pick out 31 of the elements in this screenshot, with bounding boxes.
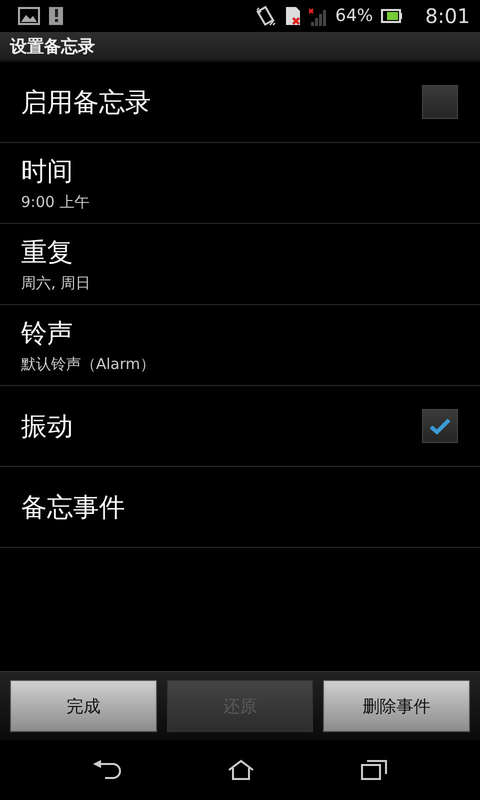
vibrate-icon (255, 5, 278, 27)
setting-value: 周六, 周日 (21, 274, 91, 293)
check-icon (428, 416, 452, 436)
setting-title: 振动 (21, 410, 73, 444)
battery-percent: 64% (335, 6, 374, 26)
battery-icon (381, 9, 404, 23)
picture-icon (18, 7, 40, 25)
sd-card-icon (48, 6, 64, 26)
setting-item[interactable]: 重复 周六, 周日 (0, 224, 480, 305)
recent-apps-icon[interactable] (358, 759, 389, 781)
setting-item[interactable]: 启用备忘录 (0, 62, 480, 143)
setting-item[interactable]: 时间 9:00 上午 (0, 143, 480, 224)
home-icon[interactable] (226, 759, 256, 781)
sim-error-icon (285, 6, 302, 26)
setting-item[interactable]: 铃声 默认铃声（Alarm） (0, 305, 480, 386)
checkbox[interactable] (422, 409, 458, 443)
checkbox[interactable] (422, 85, 458, 119)
screen-title: 设置备忘录 (10, 36, 95, 58)
action-button[interactable]: 删除事件 (323, 680, 470, 732)
back-icon[interactable] (91, 759, 124, 781)
action-button[interactable]: 完成 (10, 680, 157, 732)
setting-item[interactable]: 振动 (0, 386, 480, 467)
setting-title: 重复 (21, 237, 74, 270)
setting-value: 默认铃声（Alarm） (21, 355, 156, 374)
setting-title: 启用备忘录 (21, 86, 151, 120)
clock: 8:01 (425, 4, 470, 28)
setting-item[interactable]: 备忘事件 (0, 467, 480, 548)
setting-value: 9:00 上午 (21, 193, 90, 212)
setting-title: 备忘事件 (21, 492, 125, 524)
setting-title: 时间 (21, 156, 74, 189)
setting-title: 铃声 (21, 318, 74, 351)
